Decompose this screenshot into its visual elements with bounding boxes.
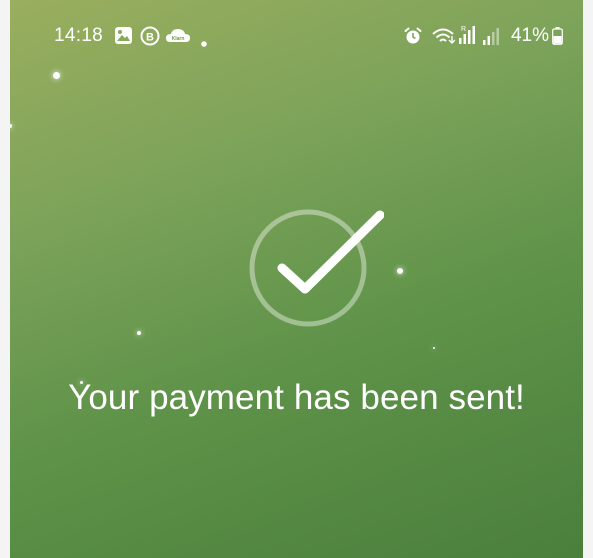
payment-sent-message: Your payment has been sent! <box>68 378 525 417</box>
payment-confirmation-screen: 14:18 B Klarn R 41% Your payment has bee… <box>10 0 583 558</box>
sparkle-particle <box>397 268 403 274</box>
sparkle-particle <box>10 124 12 128</box>
alarm-icon <box>404 27 422 50</box>
battery-icon <box>552 27 563 50</box>
gallery-icon <box>114 26 133 50</box>
svg-text:Klarn: Klarn <box>172 36 185 42</box>
signal-icon <box>482 26 500 51</box>
sparkle-particle <box>53 72 60 79</box>
status-time: 14:18 <box>54 25 104 46</box>
sparkle-particle <box>433 347 435 349</box>
battery-percent: 41% <box>510 25 549 46</box>
wifi-icon <box>431 26 456 51</box>
notification-dot-icon <box>201 34 207 52</box>
signal-r-icon: R <box>458 24 478 51</box>
svg-text:B: B <box>146 32 154 44</box>
status-bar: 14:18 B Klarn R 41% <box>10 0 583 74</box>
b-badge-icon: B <box>140 26 160 51</box>
checkmark-circle-icon <box>244 208 385 332</box>
sparkle-particle <box>137 331 141 335</box>
klarna-cloud-icon: Klarn <box>166 28 190 49</box>
svg-text:R: R <box>461 26 466 33</box>
